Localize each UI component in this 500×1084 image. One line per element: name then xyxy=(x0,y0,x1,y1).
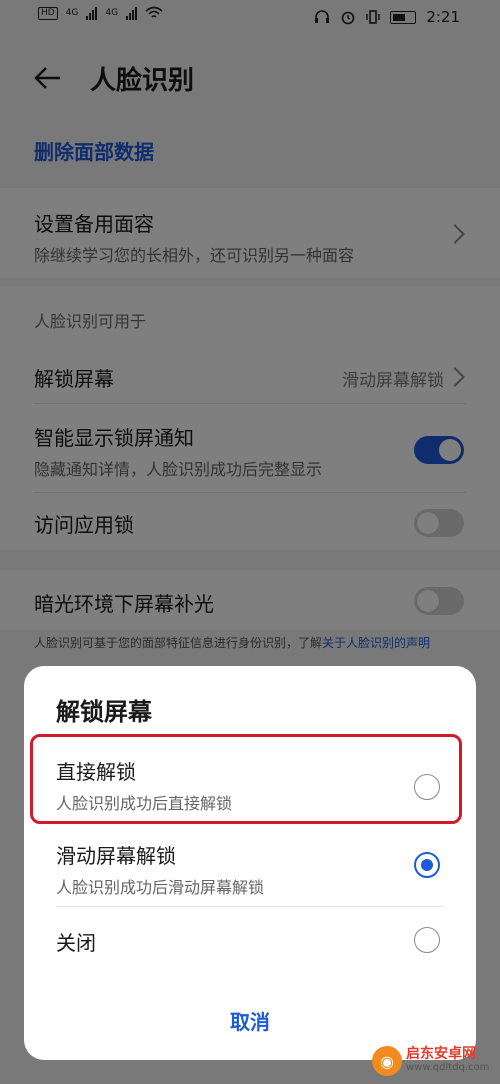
watermark-text: 启东安卓网 www.qdltdq.com xyxy=(406,1047,489,1075)
watermark: ◉ 启东安卓网 www.qdltdq.com xyxy=(372,1046,489,1076)
option-title: 滑动屏幕解锁 xyxy=(56,844,176,868)
cancel-button[interactable]: 取消 xyxy=(24,1006,476,1035)
option-off[interactable]: 关闭 xyxy=(24,907,476,971)
red-highlight-box xyxy=(30,734,462,824)
unlock-screen-dialog: 解锁屏幕 直接解锁 人脸识别成功后直接解锁 滑动屏幕解锁 人脸识别成功后滑动屏幕… xyxy=(24,666,476,1060)
radio-unchecked-icon[interactable] xyxy=(414,927,440,953)
watermark-logo-icon: ◉ xyxy=(372,1046,402,1076)
option-subtitle: 人脸识别成功后滑动屏幕解锁 xyxy=(56,878,265,897)
radio-checked-icon[interactable] xyxy=(414,852,440,878)
watermark-name: 启东安卓网 xyxy=(406,1046,476,1062)
option-swipe-unlock[interactable]: 滑动屏幕解锁 人脸识别成功后滑动屏幕解锁 xyxy=(24,830,476,906)
watermark-url: www.qdltdq.com xyxy=(406,1062,490,1073)
dialog-title: 解锁屏幕 xyxy=(56,698,152,726)
option-title: 关闭 xyxy=(56,931,96,955)
